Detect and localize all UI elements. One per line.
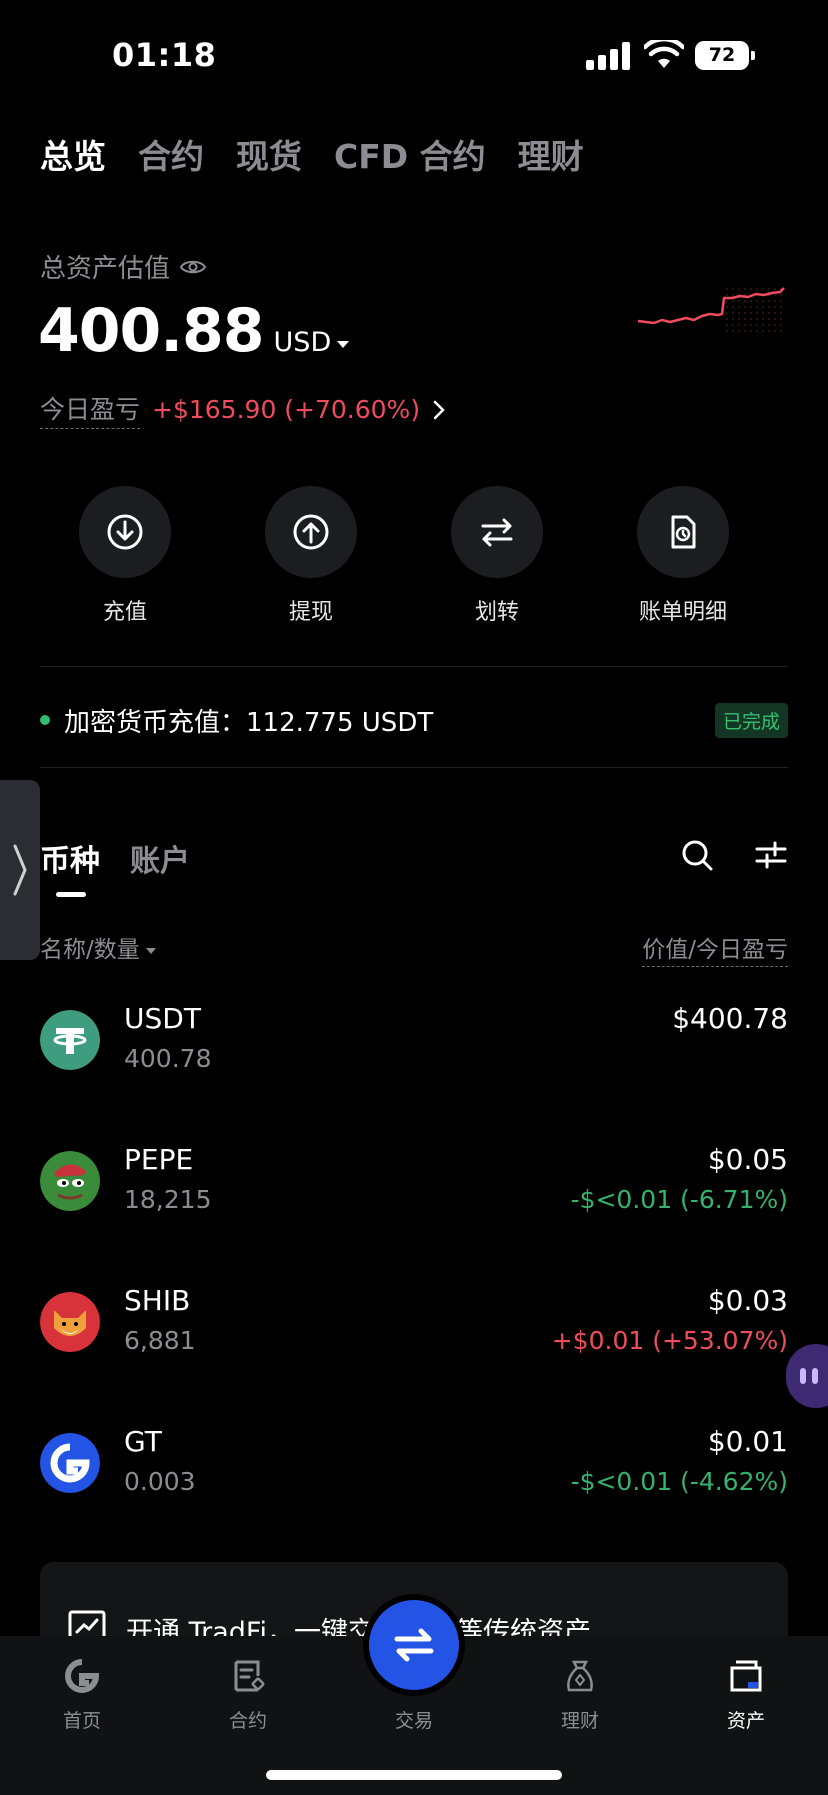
battery-icon: 72 [695,41,755,70]
coin-value: $0.01 [707,1425,788,1458]
nav-earn[interactable]: 理财 [520,1654,640,1733]
bill-details-label: 账单明细 [638,600,727,625]
caret-down-icon [145,947,156,954]
divider [40,767,788,768]
list-tools [680,838,788,872]
status-time: 01:18 [112,36,217,74]
currency-selector[interactable]: USD [274,327,350,358]
tab-accounts[interactable]: 账户 [130,836,190,880]
divider [40,666,788,667]
asset-trend-sparkline[interactable] [636,276,786,336]
coin-row-usdt[interactable]: USDT 400.78 $400.78 [40,1002,788,1102]
nav-home[interactable]: 首页 [22,1654,142,1733]
deposit-label: 充值 [102,600,147,625]
money-bag-icon [558,1654,602,1698]
tab-overview[interactable]: 总览 [40,130,106,178]
search-icon[interactable] [680,838,714,872]
coin-name: SHIB [124,1284,191,1317]
usdt-logo-icon [40,1010,100,1070]
battery-level: 72 [695,41,749,70]
filter-settings-icon[interactable] [754,838,788,872]
coin-row-pepe[interactable]: PEPE 18,215 $0.05 -$<0.01 (-6.71%) [40,1143,788,1243]
status-bar: 01:18 72 [0,0,828,110]
nav-trade[interactable]: 交易 [354,1654,474,1733]
coin-row-gt[interactable]: GT 0.003 $0.01 -$<0.01 (-4.62%) [40,1425,788,1525]
coin-name: PEPE [124,1143,194,1176]
withdraw-button[interactable]: 提现 [236,486,386,626]
coin-qty: 0.003 [124,1467,196,1496]
coin-pnl: +$0.01 (+53.07%) [551,1326,788,1355]
tab-spot[interactable]: 现货 [236,130,302,178]
nav-assets-label: 资产 [726,1710,765,1732]
name-qty-label: 名称/数量 [40,937,140,963]
caret-down-icon [337,341,350,348]
deposit-notice[interactable]: 加密货币充值：112.775 USDT 已完成 [40,700,788,740]
transfer-icon [451,486,543,578]
total-assets-label: 总资产估值 [40,254,171,284]
wallet-icon [724,1654,768,1698]
asset-list-header: 名称/数量 价值/今日盈亏 [40,930,788,967]
top-tabs: 总览 合约 现货 CFD 合约 理财 [40,130,584,178]
status-dot [40,715,50,725]
cellular-signal-icon [586,42,630,70]
wifi-icon [644,40,684,68]
value-pnl-label[interactable]: 价值/今日盈亏 [642,930,788,967]
withdraw-label: 提现 [288,600,333,625]
total-assets-value: 400.88 USD [38,296,350,366]
home-logo-icon [60,1654,104,1698]
total-assets-number: 400.88 [38,296,265,366]
quick-actions: 充值 提现 划转 账单明细 [40,486,788,626]
pepe-logo-icon [40,1151,100,1211]
coin-name: GT [124,1425,162,1458]
today-pnl-label: 今日盈亏 [40,390,141,429]
coin-value: $0.03 [707,1284,788,1317]
coin-pnl: -$<0.01 (-6.71%) [570,1185,788,1214]
bill-icon [637,486,729,578]
side-drawer-handle[interactable] [0,780,40,960]
transfer-label: 划转 [474,600,519,625]
shib-logo-icon [40,1292,100,1352]
status-badge: 已完成 [714,702,788,738]
coin-value: $400.78 [672,1002,788,1035]
chevron-right-icon [13,844,27,896]
deposit-notice-text: 加密货币充值：112.775 USDT [64,707,434,738]
eye-icon[interactable] [180,258,207,276]
chevron-right-icon [433,400,445,419]
today-pnl-row[interactable]: 今日盈亏 +$165.90 (+70.60%) [40,390,446,429]
coin-qty: 18,215 [124,1185,212,1214]
download-icon [79,486,171,578]
bill-details-button[interactable]: 账单明细 [608,486,758,626]
tab-earn[interactable]: 理财 [518,130,584,178]
coin-qty: 400.78 [124,1044,212,1073]
asset-list-tabs: 币种 账户 [40,836,190,897]
gt-logo-icon [40,1433,100,1493]
transfer-button[interactable]: 划转 [422,486,572,626]
upload-icon [265,486,357,578]
nav-trade-label: 交易 [394,1710,433,1732]
tab-futures[interactable]: 合约 [138,130,204,178]
coin-qty: 6,881 [124,1326,196,1355]
currency-label: USD [273,327,332,358]
coin-value: $0.05 [707,1143,788,1176]
nav-assets[interactable]: 资产 [686,1654,806,1733]
floating-assistant-button[interactable] [786,1344,828,1408]
nav-home-label: 首页 [62,1710,101,1732]
nav-futures-label: 合约 [228,1710,267,1732]
home-indicator [266,1770,562,1780]
coin-row-shib[interactable]: SHIB 6,881 $0.03 +$0.01 (+53.07%) [40,1284,788,1384]
name-qty-sort[interactable]: 名称/数量 [40,930,156,967]
tab-cfd[interactable]: CFD 合约 [334,130,486,178]
coin-name: USDT [124,1002,201,1035]
tab-coins[interactable]: 币种 [40,836,100,897]
nav-futures[interactable]: 合约 [188,1654,308,1733]
coin-pnl: -$<0.01 (-4.62%) [570,1467,788,1496]
deposit-button[interactable]: 充值 [50,486,200,626]
contract-icon [226,1654,270,1698]
today-pnl-value: +$165.90 (+70.60%) [152,395,421,424]
nav-earn-label: 理财 [560,1710,599,1732]
total-assets-label-row: 总资产估值 [40,248,207,285]
